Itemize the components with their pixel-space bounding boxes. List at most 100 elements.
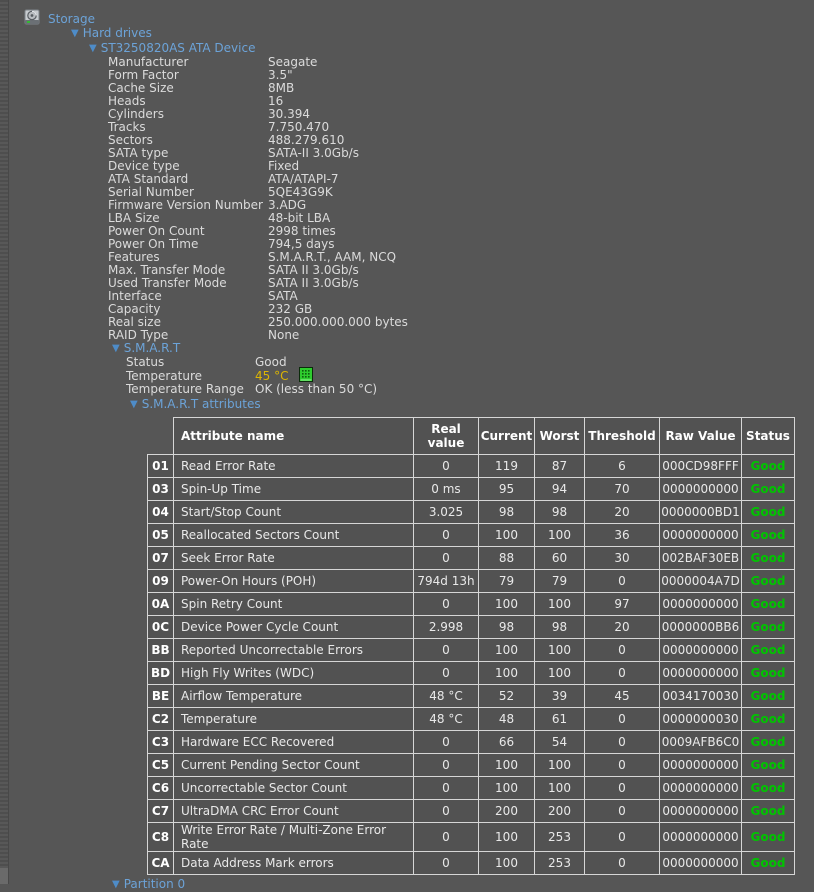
table-row: 07 Seek Error Rate 0 88 60 30 002BAF30EB…	[148, 546, 795, 569]
property-row: SATA type SATA-II 3.0Gb/s	[108, 147, 814, 160]
attribute-worst: 79	[535, 569, 585, 592]
attribute-real-value: 2.998	[414, 615, 479, 638]
property-row: Used Transfer Mode SATA II 3.0Gb/s	[108, 277, 814, 290]
table-row: C2 Temperature 48 °C 48 61 0 0000000030 …	[148, 707, 795, 730]
attribute-id: C5	[148, 753, 174, 776]
attribute-real-value: 0	[414, 661, 479, 684]
attribute-real-value: 0	[414, 822, 479, 851]
property-value: OK (less than 50 °C)	[255, 383, 377, 396]
attribute-threshold: 36	[585, 523, 660, 546]
attribute-raw-value: 002BAF30EB	[660, 546, 742, 569]
attribute-real-value: 0	[414, 546, 479, 569]
attribute-status: Good	[742, 851, 795, 874]
attribute-status: Good	[742, 638, 795, 661]
hard-drive-icon	[24, 9, 40, 28]
attribute-worst: 100	[535, 776, 585, 799]
table-row: 05 Reallocated Sectors Count 0 100 100 3…	[148, 523, 795, 546]
tree-item-device[interactable]: ▼ ST3250820AS ATA Device	[89, 41, 814, 56]
attribute-status: Good	[742, 776, 795, 799]
attribute-name: Read Error Rate	[174, 454, 414, 477]
tree-item-smart-attributes[interactable]: ▼S.M.A.R.T attributes	[130, 397, 814, 413]
attribute-threshold: 0	[585, 569, 660, 592]
attribute-threshold: 0	[585, 730, 660, 753]
table-row: C7 UltraDMA CRC Error Count 0 200 200 0 …	[148, 799, 795, 822]
property-row: Tracks 7.750.470	[108, 121, 814, 134]
chevron-down-icon: ▼	[112, 878, 120, 891]
property-row: Power On Count 2998 times	[108, 225, 814, 238]
attribute-worst: 61	[535, 707, 585, 730]
tree-item-partition-0[interactable]: ▼Partition 0	[112, 878, 814, 891]
property-row: Interface SATA	[108, 290, 814, 303]
smart-property-row: Temperature Range OK (less than 50 °C)	[126, 383, 814, 397]
attribute-worst: 60	[535, 546, 585, 569]
attribute-id: BD	[148, 661, 174, 684]
attribute-real-value: 0	[414, 730, 479, 753]
attribute-threshold: 0	[585, 822, 660, 851]
attribute-raw-value: 000CD98FFF	[660, 454, 742, 477]
attribute-threshold: 0	[585, 661, 660, 684]
tree-item-label[interactable]: Hard drives	[83, 26, 152, 40]
tree-item-label[interactable]: Storage	[48, 12, 95, 26]
attribute-worst: 200	[535, 799, 585, 822]
attribute-name: Airflow Temperature	[174, 684, 414, 707]
attribute-current: 48	[479, 707, 535, 730]
attribute-raw-value: 0000000000	[660, 822, 742, 851]
column-header-threshold: Threshold	[585, 417, 660, 454]
attribute-name: Temperature	[174, 707, 414, 730]
tree-item-storage[interactable]: Storage	[24, 10, 814, 27]
attribute-raw-value: 0000000000	[660, 753, 742, 776]
attribute-status: Good	[742, 592, 795, 615]
property-row: Cache Size 8MB	[108, 82, 814, 95]
property-row: LBA Size 48-bit LBA	[108, 212, 814, 225]
attribute-real-value: 48 °C	[414, 707, 479, 730]
attribute-real-value: 794d 13h	[414, 569, 479, 592]
attribute-id: C6	[148, 776, 174, 799]
attribute-id: 07	[148, 546, 174, 569]
attribute-status: Good	[742, 822, 795, 851]
tree-item-label[interactable]: ST3250820AS ATA Device	[101, 41, 256, 55]
table-row: 0C Device Power Cycle Count 2.998 98 98 …	[148, 615, 795, 638]
attribute-real-value: 0 ms	[414, 477, 479, 500]
attribute-threshold: 0	[585, 707, 660, 730]
property-row: Real size 250.000.000.000 bytes	[108, 316, 814, 329]
attribute-name: Power-On Hours (POH)	[174, 569, 414, 592]
tree-item-label[interactable]: S.M.A.R.T	[124, 341, 180, 355]
attribute-worst: 39	[535, 684, 585, 707]
attribute-real-value: 0	[414, 523, 479, 546]
attribute-threshold: 70	[585, 477, 660, 500]
attribute-status: Good	[742, 661, 795, 684]
attribute-real-value: 0	[414, 753, 479, 776]
attribute-worst: 98	[535, 500, 585, 523]
table-row: BB Reported Uncorrectable Errors 0 100 1…	[148, 638, 795, 661]
property-label: Status	[126, 356, 255, 369]
chevron-down-icon: ▼	[89, 42, 97, 56]
property-label: Temperature Range	[126, 383, 255, 396]
chevron-down-icon: ▼	[112, 342, 120, 355]
attribute-worst: 94	[535, 477, 585, 500]
storage-info-panel: Storage ▼Hard drives ▼ST3250820AS ATA De…	[0, 0, 814, 891]
attribute-status: Good	[742, 799, 795, 822]
attribute-id: 09	[148, 569, 174, 592]
table-row: BE Airflow Temperature 48 °C 52 39 45 00…	[148, 684, 795, 707]
attribute-name: Hardware ECC Recovered	[174, 730, 414, 753]
tree-item-label[interactable]: S.M.A.R.T attributes	[142, 397, 261, 411]
attribute-current: 100	[479, 753, 535, 776]
attribute-current: 100	[479, 776, 535, 799]
attribute-real-value: 0	[414, 851, 479, 874]
column-header-current: Current	[479, 417, 535, 454]
attribute-raw-value: 0034170030	[660, 684, 742, 707]
attribute-current: 100	[479, 661, 535, 684]
tree-item-smart[interactable]: ▼ S.M.A.R.T	[112, 342, 814, 356]
attribute-name: UltraDMA CRC Error Count	[174, 799, 414, 822]
attribute-status: Good	[742, 707, 795, 730]
table-row: 04 Start/Stop Count 3.025 98 98 20 00000…	[148, 500, 795, 523]
attribute-current: 66	[479, 730, 535, 753]
device-property-list: Manufacturer Seagate Form Factor 3.5" Ca…	[108, 56, 814, 342]
attribute-threshold: 20	[585, 500, 660, 523]
attribute-status: Good	[742, 753, 795, 776]
attribute-current: 119	[479, 454, 535, 477]
table-row: CA Data Address Mark errors 0 100 253 0 …	[148, 851, 795, 874]
property-row: Heads 16	[108, 95, 814, 108]
table-header-row: Attribute name Real value Current Worst …	[148, 417, 795, 454]
tree-item-hard-drives[interactable]: ▼Hard drives	[71, 27, 814, 41]
